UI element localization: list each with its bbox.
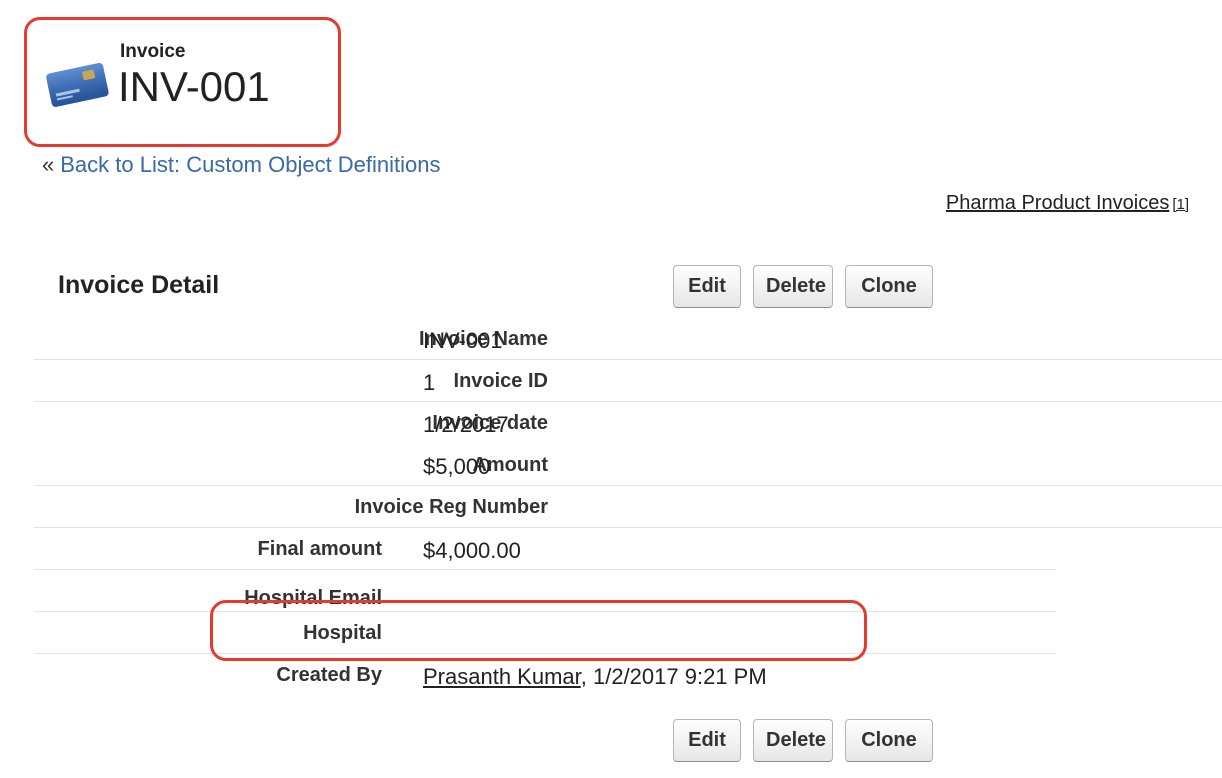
field-value: 1 <box>423 370 436 395</box>
delete-button[interactable]: Delete <box>753 265 833 308</box>
field-row-invoice-reg-number: Invoice Reg Number <box>34 486 1222 528</box>
field-row-invoice-id: Invoice ID 1 <box>34 360 1222 402</box>
record-title: INV-001 <box>118 63 270 110</box>
related-list-link-pharma-product-invoices[interactable]: Pharma Product Invoices <box>946 192 1169 214</box>
field-value: INV-001 <box>423 328 503 353</box>
record-detail-page: Invoice INV-001 «Back to List: Custom Ob… <box>0 0 1222 778</box>
object-type-label: Invoice <box>120 41 186 62</box>
credit-card-icon <box>42 58 112 108</box>
field-row-final-amount: Final amount $4,000.00 <box>34 528 1056 570</box>
top-button-bar: Edit Delete Clone <box>673 265 933 308</box>
field-label: Invoice ID <box>453 370 548 392</box>
field-value: 1/2/2017 <box>423 412 509 437</box>
related-list-hover-links: Pharma Product Invoices [1] <box>946 192 1189 215</box>
field-label: Final amount <box>257 538 382 560</box>
clone-button[interactable]: Clone <box>845 719 933 762</box>
field-label: Invoice Reg Number <box>354 496 548 518</box>
created-by-user-link[interactable]: Prasanth Kumar <box>423 664 581 689</box>
field-value: $5,000 <box>423 454 491 479</box>
delete-button[interactable]: Delete <box>753 719 833 762</box>
edit-button[interactable]: Edit <box>673 719 741 762</box>
field-row-invoice-name: Invoice Name INV-001 <box>34 318 1222 360</box>
field-value: $4,000.00 <box>423 538 521 563</box>
field-value: Prasanth Kumar, 1/2/2017 9:21 PM <box>423 664 767 690</box>
back-arrow-icon: « <box>42 152 55 177</box>
clone-button[interactable]: Clone <box>845 265 933 308</box>
section-title: Invoice Detail <box>58 271 220 299</box>
breadcrumb: «Back to List: Custom Object Definitions <box>42 152 441 178</box>
back-to-list-link[interactable]: Back to List: Custom Object Definitions <box>60 152 440 177</box>
field-label: Created By <box>276 664 382 686</box>
related-list-count[interactable]: [1] <box>1172 196 1189 213</box>
field-row-amount: Amount $5,000 <box>34 444 1222 486</box>
field-row-invoice-date: Invoice date 1/2/2017 <box>34 402 1222 444</box>
bottom-button-bar: Edit Delete Clone <box>673 719 933 762</box>
hospital-field-highlight-annotation <box>210 600 867 661</box>
created-date: , 1/2/2017 9:21 PM <box>580 664 767 689</box>
edit-button[interactable]: Edit <box>673 265 741 308</box>
